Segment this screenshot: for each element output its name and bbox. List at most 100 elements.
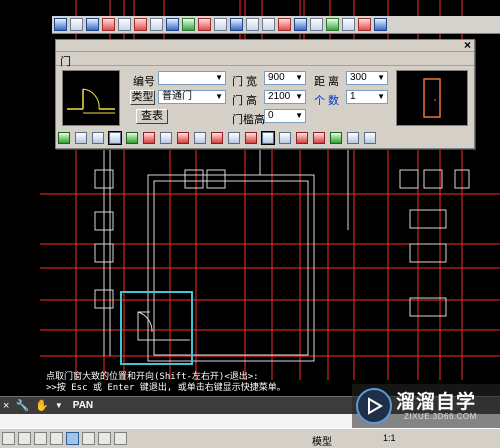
plus-icon[interactable] [114, 432, 127, 445]
sill-combo[interactable]: 0 ▼ [264, 109, 306, 123]
type-button-label: 类型 [131, 91, 154, 103]
ortho-toggle-icon[interactable] [34, 432, 47, 445]
toolbar-stair-icon[interactable] [198, 18, 211, 31]
insert-pick-icon[interactable] [228, 132, 240, 144]
type-niche-icon[interactable] [364, 132, 376, 144]
toolbar-roof-icon[interactable] [214, 18, 227, 31]
insert-free-icon[interactable] [58, 132, 70, 144]
command-input[interactable]: PAN [73, 400, 93, 411]
door-plan-preview [62, 70, 120, 126]
count-label: 个 数 [314, 95, 340, 107]
dialog-title-bar[interactable]: 门 [56, 52, 474, 68]
toolbar-dimension-icon[interactable] [278, 18, 291, 31]
height-label: 门 高 [232, 95, 258, 107]
distance-combo[interactable]: 300 ▼ [346, 71, 388, 85]
insert-pen-icon[interactable] [211, 132, 223, 144]
toolbar-wall-icon[interactable] [134, 18, 147, 31]
distance-value: 300 [350, 72, 367, 83]
count-value: 1 [350, 91, 356, 102]
insert-auto-icon[interactable] [177, 132, 189, 144]
toolbar-door-icon[interactable] [166, 18, 179, 31]
width-label: 门 宽 [232, 76, 258, 88]
sill-label: 门槛高 [232, 114, 265, 126]
wrench-icon[interactable]: 🔧 [15, 399, 29, 412]
toolbar-layer-icon[interactable] [86, 18, 99, 31]
toolbar-column-icon[interactable] [118, 18, 131, 31]
toolbar-target-icon[interactable] [358, 18, 371, 31]
toolbar-axis-icon[interactable] [70, 18, 83, 31]
type-opening-icon[interactable] [347, 132, 359, 144]
insert-along-wall-icon[interactable] [75, 132, 87, 144]
type-value: 普通门 [162, 91, 192, 102]
chevron-down-icon: ▼ [377, 92, 385, 101]
toolbar-room-icon[interactable] [230, 18, 243, 31]
command-history-line: >>按 Esc 或 Enter 键退出, 或单击右键显示快捷菜单。 [46, 383, 286, 393]
toolbar-tools-icon[interactable] [326, 18, 339, 31]
lookup-button-label: 查表 [141, 110, 163, 122]
chevron-down-icon: ▼ [377, 73, 385, 82]
type-button[interactable]: 类型 [130, 90, 155, 105]
toolbar-help-icon[interactable] [374, 18, 387, 31]
type-child-icon[interactable] [313, 132, 325, 144]
annotation-scale[interactable]: 1:1 [383, 433, 396, 443]
width-value: 900 [268, 72, 285, 83]
door-3d-preview [396, 70, 468, 126]
lookup-button[interactable]: 查表 [136, 109, 168, 124]
watermark-url: ZIXUE.3D66.COM [404, 412, 477, 421]
toolbar-file-icon[interactable] [342, 18, 355, 31]
toolbar-node-icon[interactable] [150, 18, 163, 31]
snap-toggle-icon[interactable] [18, 432, 31, 445]
command-history: 点取门窗大致的位置和开向(Shift-左右开)<退出>: >>按 Esc 或 E… [46, 372, 366, 396]
status-bar: 模型 1:1 [0, 428, 500, 448]
number-label: 编号 [133, 76, 155, 88]
chevron-down-icon: ▼ [295, 92, 303, 101]
type-window-icon[interactable] [279, 132, 291, 144]
toolbar-table-icon[interactable] [102, 18, 115, 31]
osnap-toggle-icon[interactable] [66, 432, 79, 445]
toolbar-elevation-icon[interactable] [246, 18, 259, 31]
dialog-close-strip: × [56, 38, 474, 52]
number-combo[interactable]: ▼ [158, 71, 226, 85]
chevron-down-icon: ▼ [295, 111, 303, 120]
door-dialog: × 门 编号 ▼ 类型 普通门 ▼ 查表 门 宽 900 ▼ 门 高 2100 … [55, 38, 475, 149]
command-close-icon[interactable]: × [3, 400, 9, 412]
top-toolbar [52, 16, 500, 34]
sill-value: 0 [268, 110, 274, 121]
insert-full-icon[interactable] [126, 132, 138, 144]
width-combo[interactable]: 900 ▼ [264, 71, 306, 85]
dialog-title: 门 [60, 56, 71, 68]
count-combo[interactable]: 1 ▼ [346, 90, 388, 104]
lineweight-toggle-icon[interactable] [98, 432, 111, 445]
toolbar-grid-icon[interactable] [54, 18, 67, 31]
chevron-down-icon: ▼ [295, 73, 303, 82]
chevron-down-icon: ▼ [215, 92, 223, 101]
hand-icon[interactable]: ✋ [35, 399, 49, 412]
toolbar-window-icon[interactable] [182, 18, 195, 31]
otrack-toggle-icon[interactable] [82, 432, 95, 445]
insert-center-icon[interactable] [108, 131, 122, 145]
grid-toggle-icon[interactable] [2, 432, 15, 445]
dialog-close-icon[interactable]: × [464, 38, 471, 52]
insert-axis-icon[interactable] [92, 132, 104, 144]
height-value: 2100 [268, 91, 291, 102]
type-arc-icon[interactable] [330, 132, 342, 144]
toolbar-text-icon[interactable] [294, 18, 307, 31]
type-combo[interactable]: 普通门 ▼ [158, 90, 226, 104]
distance-label: 距 离 [314, 76, 340, 88]
insert-replace-icon[interactable] [160, 132, 172, 144]
insert-corner-icon[interactable] [143, 132, 155, 144]
type-doorwindow-icon[interactable] [296, 132, 308, 144]
toolbar-symbol-icon[interactable] [310, 18, 323, 31]
chevron-down-icon[interactable]: ▼ [55, 401, 63, 410]
model-tab[interactable]: 模型 [312, 433, 332, 448]
polar-toggle-icon[interactable] [50, 432, 63, 445]
watermark-brand: 溜溜自学 [396, 392, 477, 413]
insert-door-icon[interactable] [245, 132, 257, 144]
insert-room-icon[interactable] [194, 132, 206, 144]
height-combo[interactable]: 2100 ▼ [264, 90, 306, 104]
command-history-line: 点取门窗大致的位置和开向(Shift-左右开)<退出>: [46, 372, 259, 382]
door-style-icon-row [58, 130, 470, 146]
watermark: 溜溜自学 ZIXUE.3D66.COM [352, 384, 500, 428]
toolbar-section-icon[interactable] [262, 18, 275, 31]
type-door-icon[interactable] [261, 131, 275, 145]
